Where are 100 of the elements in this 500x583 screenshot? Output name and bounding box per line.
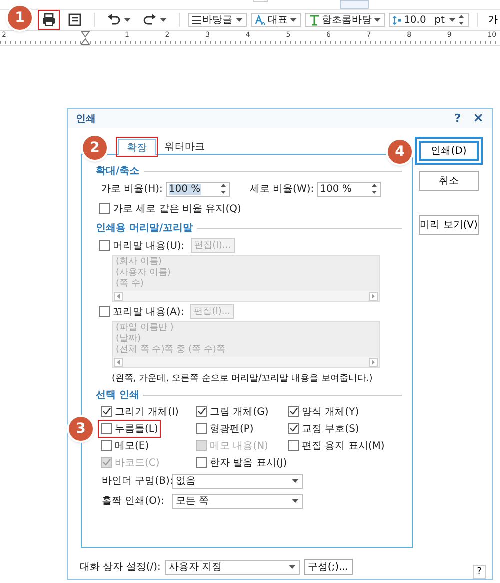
checkbox-label: 교정 부호(S) — [302, 422, 360, 436]
checkbox-label: 편집 용지 표시(M) — [302, 440, 385, 452]
page-icon[interactable] — [68, 13, 82, 27]
font-size-field[interactable]: 10.0 pt — [389, 13, 470, 27]
note-text: (왼쪽, 가운데, 오른쪽 순으로 머리말/꼬리말 내용을 보여줍니다.) — [112, 373, 374, 385]
checkbox-option[interactable]: 한자 발음 표시(J) — [194, 454, 290, 470]
scroll-right-icon[interactable] — [369, 292, 378, 300]
size-icon — [393, 14, 402, 26]
step-badge: 4 — [388, 140, 412, 164]
checkbox[interactable] — [196, 457, 207, 468]
scrollbar[interactable] — [113, 357, 379, 367]
checkbox-label: 메모(E) — [115, 440, 150, 452]
preview-line: (날짜) — [116, 334, 142, 345]
checkbox[interactable] — [196, 423, 207, 434]
spinner-icon[interactable] — [220, 183, 227, 195]
checkbox[interactable] — [101, 423, 112, 434]
caret-icon — [292, 479, 299, 483]
caret-icon — [124, 18, 131, 22]
help-button[interactable]: ? — [454, 112, 462, 125]
character-button[interactable]: 가 — [486, 13, 500, 27]
step-badge: 3 — [69, 417, 93, 441]
checkbox-label: 머리말 내용(U): — [113, 240, 185, 252]
lines-icon — [192, 16, 201, 24]
redo-icon[interactable] — [142, 13, 157, 27]
checkbox-option[interactable]: 그리기 개체(I) — [99, 404, 181, 420]
checkbox-option[interactable]: 그림 개체(G) — [194, 404, 271, 420]
tab[interactable]: 확장 — [118, 139, 156, 155]
checkbox[interactable] — [99, 240, 110, 251]
ratio-field[interactable]: 100 % — [166, 182, 230, 196]
checkbox-option[interactable]: 양식 개체(Y) — [286, 404, 362, 420]
caret-icon — [449, 18, 456, 22]
help-button[interactable]: ? — [473, 565, 486, 579]
checkbox-label: 메모 내용(N) — [210, 440, 268, 452]
checkbox-label: 그리기 개체(I) — [115, 406, 179, 418]
checkbox-label: 꼬리말 내용(A): — [113, 306, 184, 318]
field-label: 가로 비율(H): — [101, 183, 163, 196]
spinner-icon[interactable] — [371, 183, 378, 195]
tab[interactable]: 워터마크 — [156, 138, 214, 154]
scroll-left-icon[interactable] — [114, 292, 123, 300]
style-dropdown[interactable]: 바탕글 — [188, 13, 248, 27]
ratio-field[interactable]: 100 % — [317, 182, 382, 196]
field-label: 세로 비율(W): — [250, 183, 314, 196]
toolbar-button[interactable] — [38, 10, 60, 30]
checkbox-label: 바코드(C) — [115, 456, 160, 470]
checkbox[interactable] — [288, 440, 299, 451]
caret-icon — [290, 18, 298, 22]
scrollbar[interactable] — [113, 291, 379, 301]
preview-line: (회사 이름) — [116, 257, 163, 268]
field-label: 바인더 구멍(B): — [102, 475, 172, 488]
tab-outline — [253, 0, 268, 2]
close-button[interactable]: × — [473, 111, 484, 126]
preview-line: (사용자 이름) — [116, 268, 172, 279]
checkbox[interactable] — [101, 406, 112, 417]
checkbox-option[interactable]: 교정 부호(S) — [286, 420, 362, 436]
print-icon[interactable] — [42, 13, 56, 27]
checkbox-label: 가로 세로 같은 비율 유지(Q) — [113, 202, 242, 216]
undo-icon[interactable] — [106, 13, 121, 27]
dropdown[interactable]: 없음 — [172, 474, 303, 488]
scroll-left-icon[interactable] — [114, 358, 123, 366]
preview-line: (전체 쪽 수)쪽 중 (쪽 수)쪽 — [116, 345, 226, 356]
window-title: 인쇄 — [76, 112, 96, 126]
checkbox[interactable] — [288, 423, 299, 434]
scroll-right-icon[interactable] — [369, 358, 378, 366]
dialog-button[interactable]: 인쇄(D) — [415, 137, 483, 165]
field-label: 대화 상자 설정(/): — [80, 561, 161, 574]
dropdown[interactable]: 사용자 지정 — [164, 560, 300, 574]
section-title: 선택 인쇄 — [96, 389, 140, 402]
checkbox-label: 누름틀(L) — [115, 422, 158, 436]
letter-shape-icon — [255, 14, 266, 26]
font-dropdown[interactable]: 함초롬바탕 — [305, 13, 386, 27]
char-shape-dropdown[interactable]: 대표 — [251, 13, 302, 27]
check-icon — [198, 408, 206, 415]
check-icon — [102, 459, 110, 466]
checkbox-option[interactable]: 편집 용지 표시(M) — [286, 438, 387, 454]
checkbox[interactable] — [99, 203, 110, 214]
dialog-button[interactable]: 취소 — [419, 171, 479, 191]
checkbox[interactable] — [99, 306, 110, 317]
selected-cell — [340, 0, 369, 9]
checkbox[interactable] — [101, 440, 112, 451]
dialog-button[interactable]: 미리 보기(V) — [419, 215, 479, 235]
checkbox-option[interactable]: 누름틀(L) — [99, 420, 160, 436]
checkbox[interactable] — [288, 406, 299, 417]
section-title: 확대/축소 — [96, 165, 140, 178]
checkbox-label: 그림 개체(G) — [210, 406, 269, 418]
checkbox-label: 양식 개체(Y) — [302, 406, 360, 418]
caret-icon — [374, 18, 382, 22]
dropdown[interactable]: 모든 쪽 — [172, 494, 303, 508]
step-badge: 1 — [8, 6, 32, 30]
check-icon — [290, 425, 298, 432]
preview-line: (파일 이름만 ) — [116, 323, 175, 334]
configure-button[interactable]: 구성(;)... — [304, 559, 353, 575]
checkbox-label: 한자 발음 표시(J) — [210, 456, 288, 470]
indent-marker-icon[interactable] — [81, 31, 90, 45]
caret-icon — [292, 499, 299, 503]
font-icon — [309, 14, 320, 26]
checkbox-option[interactable]: 메모(E) — [99, 438, 152, 454]
checkbox-option[interactable]: 형광펜(P) — [194, 420, 256, 436]
checkbox[interactable] — [196, 406, 207, 417]
check-icon — [102, 408, 110, 415]
checkbox-label: 형광펜(P) — [210, 422, 254, 436]
